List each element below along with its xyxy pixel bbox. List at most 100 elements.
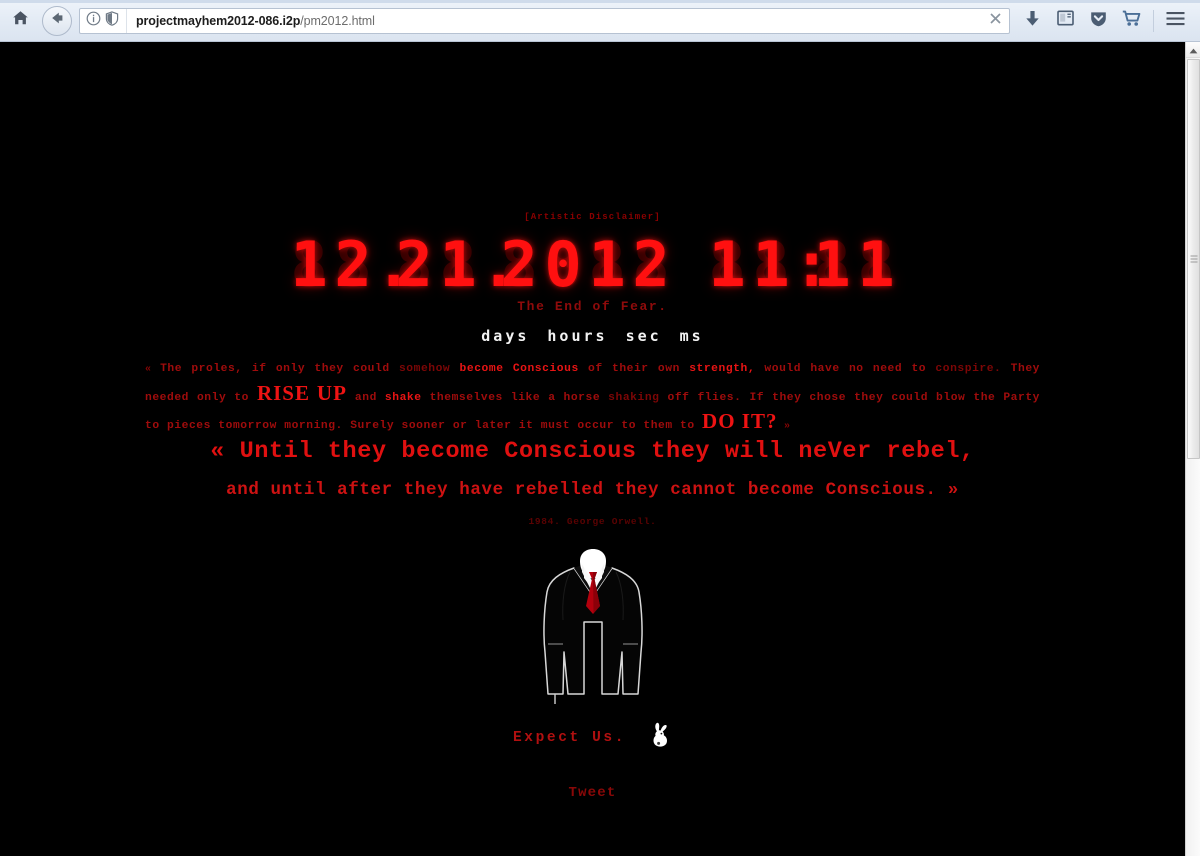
paragraph-segment: would have no need to bbox=[755, 363, 936, 375]
led-digit: 80 bbox=[541, 232, 585, 298]
stop-x-icon bbox=[989, 12, 1002, 30]
paragraph-segment: become bbox=[459, 363, 504, 375]
led-lit-glyph: . bbox=[375, 228, 413, 301]
led-digit: 81 bbox=[705, 232, 749, 298]
pocket-icon bbox=[1090, 10, 1107, 32]
led-lit-glyph: 2 bbox=[334, 228, 372, 301]
paragraph-segment: strength, bbox=[689, 363, 756, 375]
paragraph-segment: DO IT bbox=[702, 409, 766, 433]
info-circle-icon[interactable] bbox=[86, 11, 101, 31]
led-digit: 81 bbox=[436, 232, 480, 298]
anonymous-suit-logo bbox=[0, 548, 1185, 706]
vertical-scrollbar[interactable] bbox=[1185, 42, 1200, 856]
clock-date-group: 8182.8281.82808182 bbox=[287, 232, 673, 298]
led-lit-glyph: 1 bbox=[752, 228, 790, 301]
led-digit: 81 bbox=[287, 232, 331, 298]
expect-us-text: Expect Us. bbox=[512, 729, 626, 746]
scrollbar-grip bbox=[1190, 255, 1197, 263]
shopping-cart-icon bbox=[1122, 10, 1141, 32]
page-body: [Artistic Disclaimer] 8182.8281.82808182… bbox=[0, 42, 1185, 856]
led-digit: 82 bbox=[392, 232, 436, 298]
clock-unit-days: days bbox=[481, 327, 530, 345]
paragraph-segment: somehow bbox=[398, 363, 451, 375]
url-text[interactable]: projectmayhem2012-086.i2p/pm2012.html bbox=[127, 14, 982, 28]
paragraph-segment: and bbox=[346, 391, 385, 404]
paragraph-segment: ? bbox=[765, 409, 778, 433]
shield-icon[interactable] bbox=[105, 10, 119, 31]
browser-toolbar: projectmayhem2012-086.i2p/pm2012.html bbox=[0, 0, 1200, 42]
menu-button[interactable] bbox=[1159, 4, 1192, 38]
paragraph-open-quote: « bbox=[145, 364, 161, 375]
toolbar-separator bbox=[1153, 9, 1154, 32]
paragraph-segment: Conscious bbox=[512, 363, 579, 375]
downloads-button[interactable] bbox=[1016, 4, 1049, 38]
paragraph-close-quote: » bbox=[777, 421, 791, 432]
paragraph-segment: RISE UP bbox=[256, 380, 347, 405]
led-lit-glyph: 2 bbox=[500, 228, 538, 301]
clock-unit-sec: sec bbox=[625, 327, 662, 345]
led-countdown-clock: 8182.8281.82808182 8181:8181 bbox=[0, 232, 1185, 298]
anonymous-suit-illustration bbox=[542, 549, 643, 704]
scrollbar-up-button[interactable] bbox=[1186, 42, 1200, 58]
back-button[interactable] bbox=[42, 5, 72, 36]
led-lit-glyph: 2 bbox=[632, 228, 670, 301]
window-top-edge bbox=[0, 0, 1200, 3]
led-separator: : bbox=[793, 228, 831, 301]
led-lit-glyph: : bbox=[793, 228, 831, 301]
url-bar[interactable]: projectmayhem2012-086.i2p/pm2012.html bbox=[79, 7, 1010, 34]
led-digit: 81 bbox=[810, 232, 854, 298]
artistic-disclaimer: [Artistic Disclaimer] bbox=[524, 212, 661, 222]
led-separator: . bbox=[480, 228, 518, 301]
paragraph-segment: themselves like a horse bbox=[421, 391, 609, 404]
led-separator: . bbox=[375, 228, 413, 301]
url-host: projectmayhem2012-086.i2p bbox=[136, 13, 301, 28]
paragraph-segment: shake bbox=[384, 391, 422, 404]
clock-unit-labels: days hours sec ms bbox=[0, 327, 1185, 345]
led-lit-glyph: 1 bbox=[813, 228, 851, 301]
paragraph-segment bbox=[450, 363, 459, 375]
stop-button[interactable] bbox=[982, 9, 1008, 33]
chevron-up-icon bbox=[1189, 42, 1198, 59]
reader-view-button[interactable] bbox=[1049, 4, 1082, 38]
paragraph-segment: conspire. bbox=[935, 363, 1002, 375]
led-lit-glyph: 1 bbox=[857, 228, 895, 301]
tagline: The End of Fear. bbox=[517, 299, 668, 314]
back-arrow-icon bbox=[49, 10, 65, 31]
expect-us-row: Expect Us. bbox=[0, 722, 1185, 753]
led-lit-glyph: 1 bbox=[290, 228, 328, 301]
clock-unit-ms: ms bbox=[679, 327, 704, 345]
led-digit: 82 bbox=[497, 232, 541, 298]
white-rabbit-icon[interactable] bbox=[648, 722, 672, 753]
led-digit: 81 bbox=[749, 232, 793, 298]
quote-attribution: 1984. George Orwell. bbox=[528, 516, 657, 527]
clock-unit-hours: hours bbox=[547, 327, 608, 345]
toolbar-actions bbox=[1016, 0, 1200, 42]
quote-line-2: and until after they have rebelled they … bbox=[226, 480, 959, 500]
tweet-label: Tweet bbox=[568, 785, 617, 801]
paragraph-segment: shaking bbox=[608, 391, 660, 404]
identity-box[interactable] bbox=[80, 8, 127, 33]
led-lit-glyph: 1 bbox=[439, 228, 477, 301]
led-lit-glyph: . bbox=[480, 228, 518, 301]
led-digit: 82 bbox=[331, 232, 375, 298]
orwell-paragraph: « The proles, if only they could somehow… bbox=[145, 358, 1040, 439]
led-lit-glyph: 0 bbox=[544, 228, 582, 301]
led-lit-glyph: 1 bbox=[708, 228, 746, 301]
content-viewport: [Artistic Disclaimer] 8182.8281.82808182… bbox=[0, 42, 1200, 856]
scrollbar-thumb[interactable] bbox=[1187, 59, 1200, 459]
led-lit-glyph: 2 bbox=[395, 228, 433, 301]
hamburger-menu-icon bbox=[1166, 11, 1185, 31]
led-lit-glyph: 1 bbox=[588, 228, 626, 301]
pocket-button[interactable] bbox=[1082, 4, 1115, 38]
paragraph-segment: of their own bbox=[578, 363, 690, 375]
paragraph-segment: The proles, if only they could bbox=[160, 363, 399, 375]
led-digit: 81 bbox=[854, 232, 898, 298]
clock-time-group: 8181:8181 bbox=[705, 232, 898, 298]
tweet-button[interactable]: Tweet bbox=[0, 783, 1185, 801]
cart-button[interactable] bbox=[1115, 4, 1148, 38]
led-digit: 82 bbox=[629, 232, 673, 298]
paragraph-segment bbox=[504, 363, 513, 375]
url-path: /pm2012.html bbox=[300, 13, 375, 28]
download-arrow-icon bbox=[1025, 10, 1040, 32]
home-button[interactable] bbox=[2, 0, 38, 42]
